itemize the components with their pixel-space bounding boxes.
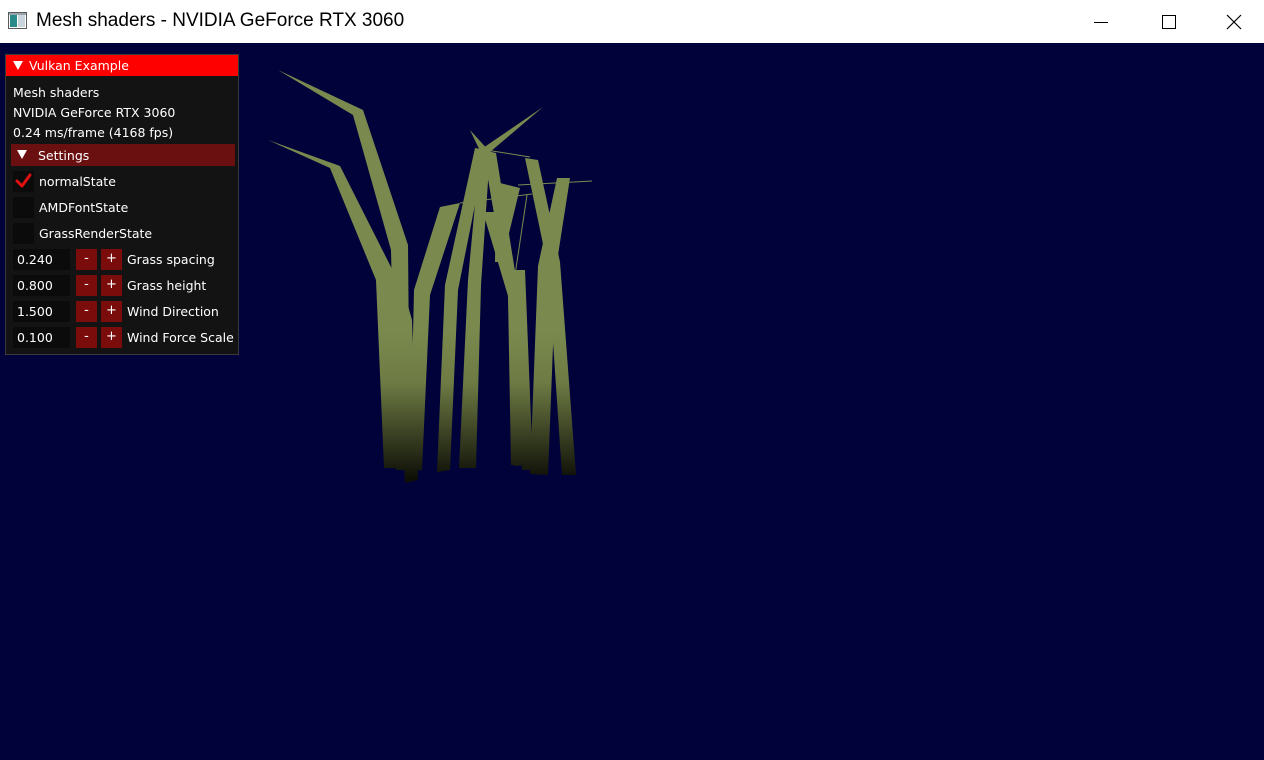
- checkbox-box[interactable]: [13, 171, 34, 192]
- wind-force-scale-stepper[interactable]: 0.100 - + Wind Force Scale: [13, 327, 237, 348]
- grass-tip: [514, 194, 528, 276]
- sample-name: Mesh shaders: [13, 85, 100, 100]
- decrement-button[interactable]: -: [76, 249, 97, 270]
- minimize-button[interactable]: [1066, 0, 1136, 43]
- checkbox-grass-render-state[interactable]: GrassRenderState: [13, 223, 233, 244]
- minimize-icon: [1094, 21, 1108, 23]
- overlay-header[interactable]: Vulkan Example: [6, 55, 238, 76]
- increment-button[interactable]: +: [101, 275, 122, 296]
- checkmark-icon: [15, 173, 32, 188]
- grass-spacing-stepper[interactable]: 0.240 - + Grass spacing: [13, 249, 237, 270]
- decrement-button[interactable]: -: [76, 327, 97, 348]
- app-window-icon: [8, 12, 27, 29]
- wind-force-scale-input[interactable]: 0.100: [13, 327, 70, 348]
- checkbox-amd-font-state[interactable]: AMDFontState: [13, 197, 233, 218]
- grass-height-stepper[interactable]: 0.800 - + Grass height: [13, 275, 237, 296]
- close-icon: [1226, 14, 1242, 29]
- maximize-icon: [1162, 14, 1176, 29]
- wind-direction-stepper[interactable]: 1.500 - + Wind Direction: [13, 301, 237, 322]
- settings-title: Settings: [38, 148, 90, 163]
- increment-button[interactable]: +: [101, 301, 122, 322]
- grass-height-input[interactable]: 0.800: [13, 275, 70, 296]
- collapse-triangle-icon: [13, 61, 23, 70]
- maximize-button[interactable]: [1134, 0, 1204, 43]
- checkbox-box[interactable]: [13, 197, 34, 218]
- collapse-triangle-icon: [17, 150, 27, 159]
- stepper-label: Wind Force Scale: [127, 330, 234, 345]
- vulkan-example-overlay[interactable]: Vulkan Example Mesh shaders NVIDIA GeFor…: [5, 54, 239, 355]
- grass-tip: [517, 180, 593, 186]
- window-title: Mesh shaders - NVIDIA GeForce RTX 3060: [36, 10, 405, 31]
- close-button[interactable]: [1204, 0, 1264, 43]
- increment-button[interactable]: +: [101, 249, 122, 270]
- overlay-title: Vulkan Example: [29, 58, 129, 73]
- stepper-label: Grass height: [127, 278, 207, 293]
- grass-blade: [483, 212, 526, 466]
- settings-header[interactable]: Settings: [11, 144, 235, 166]
- checkbox-label: GrassRenderState: [39, 226, 153, 241]
- stepper-label: Grass spacing: [127, 252, 215, 267]
- grass-spacing-input[interactable]: 0.240: [13, 249, 70, 270]
- checkbox-label: AMDFontState: [39, 200, 129, 215]
- decrement-button[interactable]: -: [76, 275, 97, 296]
- stepper-label: Wind Direction: [127, 304, 219, 319]
- checkbox-label: normalState: [39, 174, 116, 189]
- checkbox-normal-state[interactable]: normalState: [13, 171, 233, 192]
- increment-button[interactable]: +: [101, 327, 122, 348]
- window-titlebar[interactable]: Mesh shaders - NVIDIA GeForce RTX 3060: [0, 0, 1264, 43]
- gpu-name: NVIDIA GeForce RTX 3060: [13, 105, 176, 120]
- decrement-button[interactable]: -: [76, 301, 97, 322]
- frame-time: 0.24 ms/frame (4168 fps): [13, 125, 174, 140]
- checkbox-box[interactable]: [13, 223, 34, 244]
- wind-direction-input[interactable]: 1.500: [13, 301, 70, 322]
